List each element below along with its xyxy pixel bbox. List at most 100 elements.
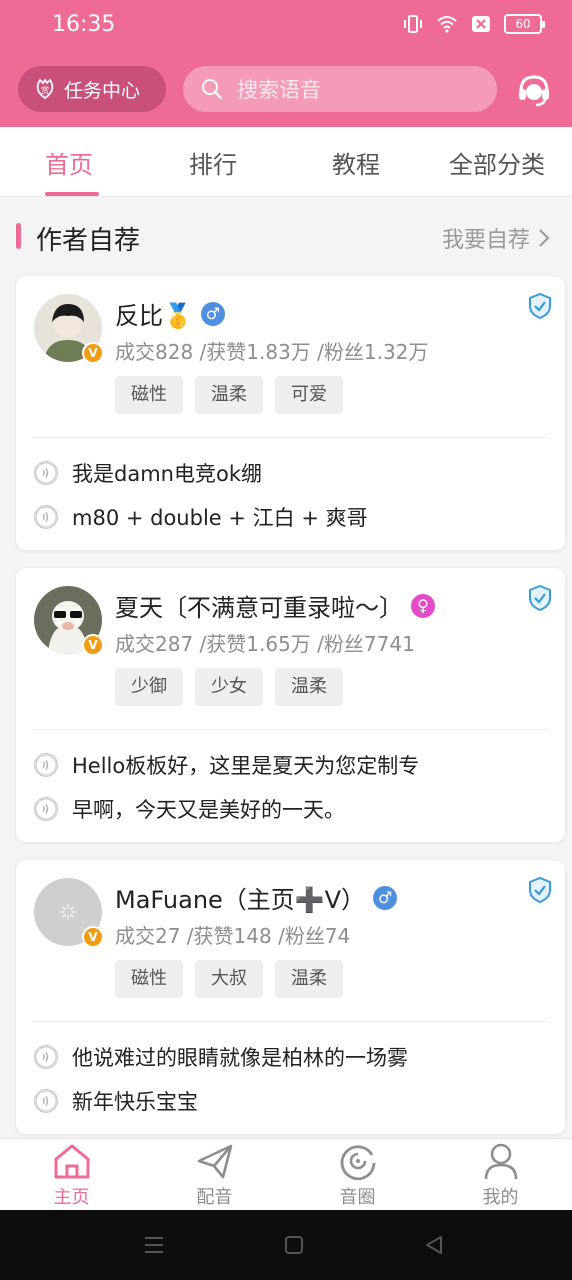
section-header: 作者自荐 我要自荐	[0, 198, 572, 272]
voice-tag[interactable]: 少女	[195, 668, 263, 706]
nav-profile[interactable]: 我的	[429, 1139, 572, 1211]
voice-sample-title: 我是damn电竞ok绷	[72, 462, 262, 486]
author-card[interactable]: V 反比🥇 ♂ 成交828 /获赞1.83万 /粉丝1.32万 磁性 温柔 可爱…	[16, 276, 565, 550]
author-stats: 成交27 /获赞148 /粉丝74	[115, 924, 351, 948]
bottom-navigation: 主页 配音 音圈 我的	[0, 1138, 572, 1210]
female-icon: ♀	[411, 593, 435, 618]
voice-tag[interactable]: 磁性	[115, 960, 183, 998]
task-center-button[interactable]: 赏 任务中心	[18, 66, 166, 112]
male-icon: ♂	[373, 885, 398, 910]
author-stats: 成交287 /获赞1.65万 /粉丝7741	[115, 632, 415, 656]
voice-tag[interactable]: 温柔	[195, 376, 263, 414]
search-placeholder: 搜索语音	[237, 78, 321, 102]
tab-home[interactable]: 首页	[45, 145, 93, 180]
nav-label: 主页	[53, 1187, 90, 1208]
shield-check-icon	[529, 292, 551, 320]
circle-refresh-icon	[340, 1145, 375, 1181]
paper-plane-icon	[197, 1144, 232, 1179]
card-divider	[33, 1021, 548, 1022]
nav-audio-circle[interactable]: 音圈	[286, 1139, 429, 1211]
verified-badge: V	[82, 634, 104, 656]
author-name: MaFuane（主页➕V）	[115, 886, 366, 914]
voice-tag[interactable]: 温柔	[275, 668, 343, 706]
shield-check-icon	[529, 584, 551, 612]
nav-label: 配音	[196, 1187, 233, 1208]
self-recommend-label: 我要自荐	[441, 228, 530, 253]
tab-ranking[interactable]: 排行	[189, 145, 237, 180]
menu-icon[interactable]	[143, 1235, 165, 1255]
voice-tag[interactable]: 温柔	[275, 960, 343, 998]
status-bar: 16:35 60	[0, 0, 572, 52]
svg-text:赏: 赏	[41, 85, 49, 95]
author-name: 反比🥇	[115, 302, 193, 330]
back-icon[interactable]	[424, 1234, 444, 1256]
chevron-right-icon	[539, 229, 550, 247]
verified-badge: V	[82, 342, 104, 364]
author-avatar[interactable]: V	[34, 878, 104, 948]
author-name: 夏天〔不满意可重录啦～〕	[115, 594, 403, 622]
voice-tag[interactable]: 大叔	[195, 960, 263, 998]
verified-badge: V	[82, 926, 104, 948]
voice-sample-row[interactable]: 新年快乐宝宝	[34, 1086, 198, 1116]
author-avatar[interactable]: V	[34, 294, 104, 364]
nav-label: 我的	[482, 1187, 519, 1208]
male-icon: ♂	[200, 301, 225, 326]
active-tab-indicator	[45, 192, 99, 196]
customer-service-icon[interactable]	[516, 72, 552, 108]
author-tags: 少御 少女 温柔	[115, 668, 343, 706]
nav-dubbing[interactable]: 配音	[143, 1139, 286, 1211]
battery-indicator: 60	[504, 14, 545, 34]
app-header: 16:35 60 赏 任务中心 搜索语音	[0, 0, 572, 127]
author-stats: 成交828 /获赞1.83万 /粉丝1.32万	[115, 340, 429, 364]
voice-sample-row[interactable]: 他说难过的眼睛就像是柏林的一场雾	[34, 1042, 408, 1072]
status-time: 16:35	[52, 12, 116, 37]
task-center-label: 任务中心	[64, 79, 141, 102]
voice-sample-title: m80 + double + 江白 + 爽哥	[72, 506, 368, 530]
task-badge-icon: 赏	[36, 78, 54, 100]
voice-sample-row[interactable]: m80 + double + 江白 + 爽哥	[34, 502, 368, 532]
card-divider	[33, 437, 548, 438]
category-tabs: 首页 排行 教程 全部分类	[0, 127, 572, 197]
voice-sample-title: 新年快乐宝宝	[72, 1090, 198, 1114]
nav-label: 音圈	[339, 1187, 376, 1208]
voice-tag[interactable]: 磁性	[115, 376, 183, 414]
section-title: 作者自荐	[36, 226, 141, 256]
no-sim-icon	[472, 16, 490, 32]
sound-wave-icon	[34, 1089, 58, 1113]
search-bar[interactable]: 搜索语音	[183, 66, 497, 112]
author-card[interactable]: V 夏天〔不满意可重录啦～〕 ♀ 成交287 /获赞1.65万 /粉丝7741 …	[16, 568, 565, 842]
tab-tutorial[interactable]: 教程	[332, 145, 380, 180]
author-card[interactable]: V MaFuane（主页➕V） ♂ 成交27 /获赞148 /粉丝74 磁性 大…	[16, 860, 565, 1134]
voice-sample-title: 早啊，今天又是美好的一天。	[72, 798, 345, 822]
section-accent-bar	[16, 223, 21, 249]
author-tags: 磁性 大叔 温柔	[115, 960, 343, 998]
self-recommend-link[interactable]: 我要自荐	[442, 222, 550, 254]
nav-home[interactable]: 主页	[0, 1139, 143, 1211]
author-name-row: MaFuane（主页➕V） ♂	[115, 880, 398, 915]
wifi-icon	[437, 16, 457, 33]
author-name-row: 夏天〔不满意可重录啦～〕 ♀	[115, 588, 435, 623]
voice-tag[interactable]: 少御	[115, 668, 183, 706]
voice-sample-row[interactable]: Hello板板好，这里是夏天为您定制专	[34, 750, 419, 780]
status-icons: 60	[402, 14, 545, 34]
vibrate-icon	[404, 15, 422, 33]
author-name-row: 反比🥇 ♂	[115, 296, 225, 331]
shield-check-icon	[529, 876, 551, 904]
sound-wave-icon	[34, 753, 58, 777]
voice-sample-title: Hello板板好，这里是夏天为您定制专	[72, 754, 420, 778]
voice-sample-row[interactable]: 我是damn电竞ok绷	[34, 458, 262, 488]
search-icon	[202, 79, 223, 100]
voice-sample-title: 他说难过的眼睛就像是柏林的一场雾	[72, 1046, 408, 1070]
sound-wave-icon	[34, 461, 58, 485]
tab-all-categories[interactable]: 全部分类	[449, 145, 545, 180]
voice-sample-row[interactable]: 早啊，今天又是美好的一天。	[34, 794, 345, 824]
sound-wave-icon	[34, 1045, 58, 1069]
system-navigation-bar	[0, 1210, 572, 1280]
sound-wave-icon	[34, 505, 58, 529]
sound-wave-icon	[34, 797, 58, 821]
home-square-icon[interactable]	[284, 1235, 304, 1255]
voice-tag[interactable]: 可爱	[275, 376, 343, 414]
author-avatar[interactable]: V	[34, 586, 104, 656]
card-divider	[33, 729, 548, 730]
home-icon	[54, 1144, 89, 1179]
